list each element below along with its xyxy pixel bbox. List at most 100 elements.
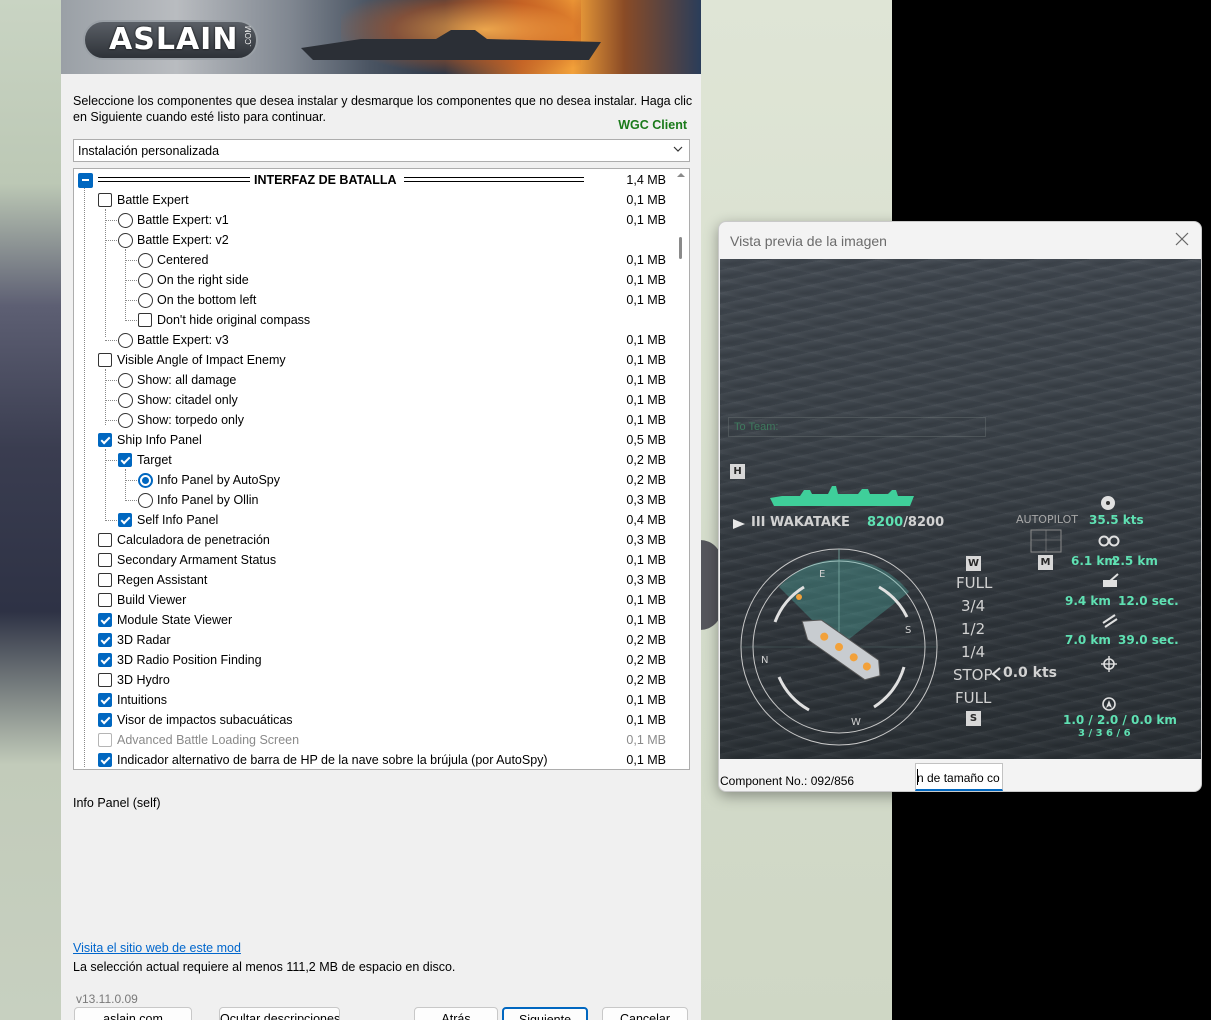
component-checkbox[interactable] (98, 433, 112, 447)
component-size: 0,1 MB (626, 613, 666, 627)
component-size: 0,1 MB (626, 713, 666, 727)
throttle-level-3-4: 3/4 (961, 597, 986, 615)
component-checkbox[interactable] (98, 693, 112, 707)
component-row[interactable]: Secondary Armament Status 0,1 MB (74, 550, 672, 570)
back-button[interactable]: Atrás (414, 1007, 498, 1020)
cancel-button[interactable]: Cancelar (602, 1007, 688, 1020)
component-checkbox[interactable] (98, 673, 112, 687)
collapse-group-icon[interactable] (78, 173, 93, 188)
component-radio[interactable] (118, 213, 133, 228)
component-checkbox[interactable] (98, 713, 112, 727)
component-row[interactable]: Centered 0,1 MB (74, 250, 672, 270)
tree-guide-line (105, 340, 117, 341)
close-icon[interactable] (1175, 232, 1189, 246)
compass-letter-e: E (819, 569, 825, 580)
component-row[interactable]: Calculadora de penetración 0,3 MB (74, 530, 672, 550)
component-row[interactable]: Self Info Panel 0,4 MB (74, 510, 672, 530)
component-label: 3D Radio Position Finding (117, 653, 262, 667)
component-row[interactable]: Show: citadel only 0,1 MB (74, 390, 672, 410)
component-row[interactable]: Visor de impactos subacuáticas 0,1 MB (74, 710, 672, 730)
component-radio[interactable] (138, 273, 153, 288)
installer-window: ASLAIN .COM Seleccione los componentes q… (61, 0, 701, 1020)
component-size: 0,3 MB (626, 493, 666, 507)
component-row[interactable]: Target 0,2 MB (74, 450, 672, 470)
component-row[interactable]: 3D Hydro 0,2 MB (74, 670, 672, 690)
mod-website-link[interactable]: Visita el sitio web de este mod (73, 941, 241, 955)
component-checkbox[interactable] (118, 513, 132, 527)
component-checkbox[interactable] (98, 613, 112, 627)
tree-guide-line (125, 500, 137, 501)
component-row[interactable]: Info Panel by AutoSpy 0,2 MB (74, 470, 672, 490)
component-row[interactable]: INTERFAZ DE BATALLA 1,4 MB (74, 170, 672, 190)
component-checkbox[interactable] (98, 753, 112, 767)
component-row[interactable]: Battle Expert 0,1 MB (74, 190, 672, 210)
components-tree[interactable]: INTERFAZ DE BATALLA 1,4 MB Battle Expert 0,… (73, 168, 690, 770)
disk-space-requirement: La selección actual requiere al menos 11… (73, 960, 456, 974)
aslain-site-button[interactable]: aslain.com (74, 1007, 192, 1020)
component-checkbox[interactable] (98, 653, 112, 667)
component-label: 3D Radar (117, 633, 171, 647)
component-radio[interactable] (138, 293, 153, 308)
size-text-field[interactable]: n de tamaño co (915, 763, 1003, 791)
component-label: Ship Info Panel (117, 433, 202, 447)
component-size: 0,5 MB (626, 433, 666, 447)
component-checkbox[interactable] (98, 533, 112, 547)
component-checkbox[interactable] (138, 313, 152, 327)
component-row[interactable]: 3D Radar 0,2 MB (74, 630, 672, 650)
component-row[interactable]: Build Viewer 0,1 MB (74, 590, 672, 610)
scroll-thumb[interactable] (679, 237, 682, 259)
component-label: Battle Expert (117, 193, 189, 207)
component-size: 1,4 MB (626, 173, 666, 187)
component-checkbox[interactable] (98, 193, 112, 207)
component-row[interactable]: Show: torpedo only 0,1 MB (74, 410, 672, 430)
component-row[interactable]: Battle Expert: v1 0,1 MB (74, 210, 672, 230)
next-button[interactable]: Siguiente (502, 1007, 588, 1020)
component-row[interactable]: Visible Angle of Impact Enemy 0,1 MB (74, 350, 672, 370)
component-row[interactable]: Don't hide original compass (74, 310, 672, 330)
component-checkbox[interactable] (98, 593, 112, 607)
component-checkbox[interactable] (118, 453, 132, 467)
compass-widget: E N W S (740, 548, 938, 746)
ship-name: III WAKATAKE (751, 515, 850, 530)
component-row[interactable]: Module State Viewer 0,1 MB (74, 610, 672, 630)
component-row[interactable]: Show: all damage 0,1 MB (74, 370, 672, 390)
main-battery-range: 9.4 km (1065, 594, 1111, 608)
component-radio[interactable] (118, 233, 133, 248)
throttle-key-w: W (966, 556, 981, 571)
components-scrollbar[interactable] (673, 169, 689, 769)
component-size: 0,2 MB (626, 633, 666, 647)
component-row[interactable]: Ship Info Panel 0,5 MB (74, 430, 672, 450)
component-label: Show: all damage (137, 373, 237, 387)
component-row[interactable]: Intuitions 0,1 MB (74, 690, 672, 710)
component-label: Advanced Battle Loading Screen (117, 733, 300, 747)
component-radio[interactable] (138, 253, 153, 268)
component-row[interactable]: 3D Radio Position Finding 0,2 MB (74, 650, 672, 670)
component-row[interactable]: Indicador alternativo de barra de HP de … (74, 750, 672, 769)
component-checkbox[interactable] (98, 553, 112, 567)
component-number: Component No.: 092/856 (720, 774, 855, 788)
component-row[interactable]: Info Panel by Ollin 0,3 MB (74, 490, 672, 510)
component-checkbox[interactable] (98, 633, 112, 647)
component-row[interactable]: Advanced Battle Loading Screen 0,1 MB (74, 730, 672, 750)
component-radio[interactable] (118, 413, 133, 428)
component-row[interactable]: On the right side 0,1 MB (74, 270, 672, 290)
component-radio[interactable] (118, 393, 133, 408)
tree-guide-line (105, 240, 117, 241)
hide-descriptions-button[interactable]: Ocultar descripciones (219, 1007, 340, 1020)
component-label: Build Viewer (117, 593, 187, 607)
component-radio[interactable] (118, 333, 133, 348)
component-radio[interactable] (138, 493, 153, 508)
component-checkbox[interactable] (98, 573, 112, 587)
install-type-select[interactable]: Instalación personalizada (73, 139, 690, 162)
desktop-wallpaper-left (0, 0, 62, 1020)
component-radio[interactable] (118, 373, 133, 388)
component-radio[interactable] (138, 473, 153, 488)
component-row[interactable]: Battle Expert: v3 0,1 MB (74, 330, 672, 350)
component-row[interactable]: On the bottom left 0,1 MB (74, 290, 672, 310)
scroll-up-arrow-icon[interactable] (677, 173, 685, 177)
component-size: 0,1 MB (626, 273, 666, 287)
component-row[interactable]: Regen Assistant 0,3 MB (74, 570, 672, 590)
component-label: Visor de impactos subacuáticas (117, 713, 293, 727)
component-checkbox[interactable] (98, 353, 112, 367)
component-row[interactable]: Battle Expert: v2 (74, 230, 672, 250)
